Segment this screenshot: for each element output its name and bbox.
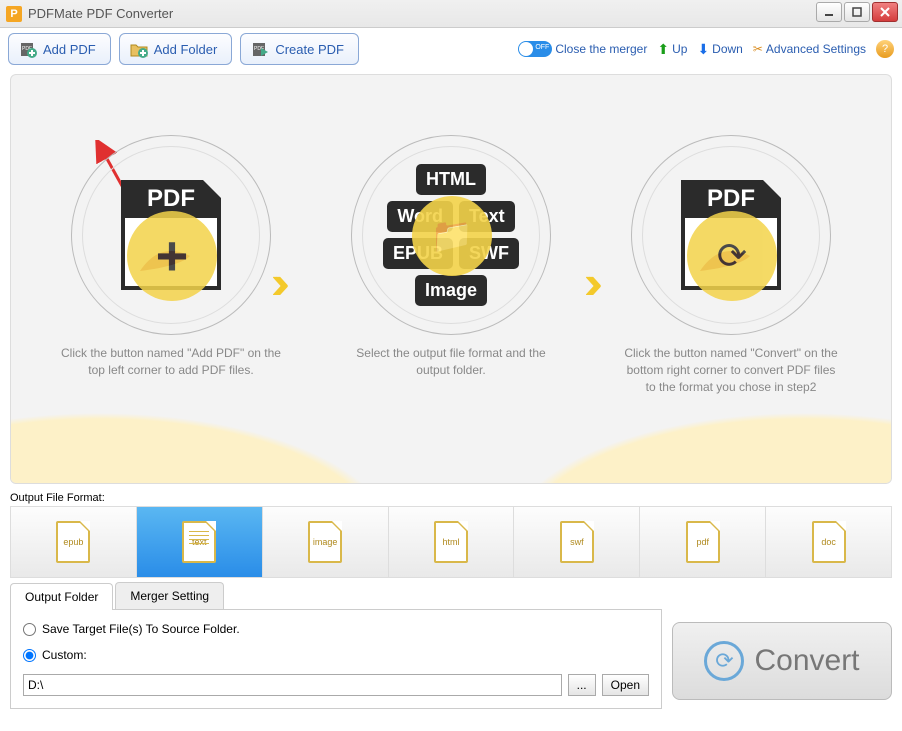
- close-merger-label: Close the merger: [555, 42, 647, 56]
- up-label: Up: [672, 42, 687, 56]
- format-epub[interactable]: epub: [11, 507, 137, 577]
- fmt-image: Image: [415, 275, 487, 306]
- open-button[interactable]: Open: [602, 674, 649, 696]
- radio-save-to-source[interactable]: [23, 623, 36, 636]
- create-pdf-icon: PDF: [251, 40, 269, 58]
- file-icon: swf: [560, 521, 594, 563]
- tab-output-folder[interactable]: Output Folder: [10, 583, 113, 610]
- add-folder-icon: [130, 40, 148, 58]
- format-strip: epub text image html swf pdf doc: [10, 506, 892, 578]
- file-icon: pdf: [686, 521, 720, 563]
- radio-custom[interactable]: [23, 649, 36, 662]
- step-3-text: Click the button named "Convert" on the …: [611, 345, 851, 395]
- advanced-settings-button[interactable]: ✂ Advanced Settings: [753, 42, 866, 56]
- tab-merger-setting[interactable]: Merger Setting: [115, 582, 224, 609]
- file-icon: text: [182, 521, 216, 563]
- save-to-source-label: Save Target File(s) To Source Folder.: [42, 622, 240, 636]
- file-icon: doc: [812, 521, 846, 563]
- step-arrow-icon: ››: [271, 255, 278, 309]
- folder-disc-icon: 📁: [412, 196, 492, 276]
- advanced-label: Advanced Settings: [766, 42, 866, 56]
- maximize-button[interactable]: [844, 2, 870, 22]
- convert-label: Convert: [754, 644, 859, 678]
- format-swf[interactable]: swf: [514, 507, 640, 577]
- titlebar: P PDFMate PDF Converter: [0, 0, 902, 28]
- output-folder-panel: Save Target File(s) To Source Folder. Cu…: [10, 609, 662, 709]
- close-button[interactable]: [872, 2, 898, 22]
- step-arrow-icon: ››: [584, 255, 591, 309]
- toggle-off-icon: [518, 41, 552, 57]
- create-pdf-button[interactable]: PDF Create PDF: [240, 33, 359, 65]
- path-input[interactable]: [23, 674, 562, 696]
- convert-icon: ⟳: [704, 641, 744, 681]
- refresh-disc-icon: ⟳: [687, 211, 777, 301]
- format-pdf2in1[interactable]: pdf: [640, 507, 766, 577]
- format-html[interactable]: html: [389, 507, 515, 577]
- custom-label: Custom:: [42, 648, 87, 662]
- output-format-label: Output File Format:: [0, 490, 902, 504]
- step-1: + Click the button named "Add PDF" on th…: [51, 135, 291, 379]
- arrow-down-icon: ⬇: [697, 41, 709, 58]
- app-logo-icon: P: [6, 6, 22, 22]
- add-folder-button[interactable]: Add Folder: [119, 33, 233, 65]
- step-2: HTML Word Text EPUB SWF Image 📁 Select t…: [331, 135, 571, 379]
- arrow-up-icon: ⬆: [657, 41, 669, 58]
- file-icon: html: [434, 521, 468, 563]
- down-label: Down: [712, 42, 743, 56]
- step-3: ⟳ Click the button named "Convert" on th…: [611, 135, 851, 395]
- step-2-text: Select the output file format and the ou…: [331, 345, 571, 379]
- add-folder-label: Add Folder: [154, 42, 218, 57]
- close-merger-toggle[interactable]: Close the merger: [518, 41, 647, 57]
- fmt-html: HTML: [416, 164, 486, 195]
- file-icon: epub: [56, 521, 90, 563]
- toolbar: PDF Add PDF Add Folder PDF Create PDF Cl…: [0, 28, 902, 70]
- add-pdf-label: Add PDF: [43, 42, 96, 57]
- create-pdf-label: Create PDF: [275, 42, 344, 57]
- gear-icon: ✂: [753, 42, 763, 56]
- format-doc[interactable]: doc: [766, 507, 891, 577]
- step-1-text: Click the button named "Add PDF" on the …: [51, 345, 291, 379]
- format-image[interactable]: image: [263, 507, 389, 577]
- add-disc-icon: +: [127, 211, 217, 301]
- minimize-button[interactable]: [816, 2, 842, 22]
- browse-button[interactable]: ...: [568, 674, 596, 696]
- app-title: PDFMate PDF Converter: [28, 6, 173, 21]
- help-button[interactable]: ?: [876, 40, 894, 58]
- add-pdf-icon: PDF: [19, 40, 37, 58]
- add-pdf-button[interactable]: PDF Add PDF: [8, 33, 111, 65]
- convert-button[interactable]: ⟳ Convert: [672, 622, 892, 700]
- down-button[interactable]: ⬇ Down: [697, 41, 742, 58]
- guide-area: + Click the button named "Add PDF" on th…: [10, 74, 892, 484]
- format-text[interactable]: text: [137, 507, 263, 577]
- file-icon: image: [308, 521, 342, 563]
- up-button[interactable]: ⬆ Up: [657, 41, 687, 58]
